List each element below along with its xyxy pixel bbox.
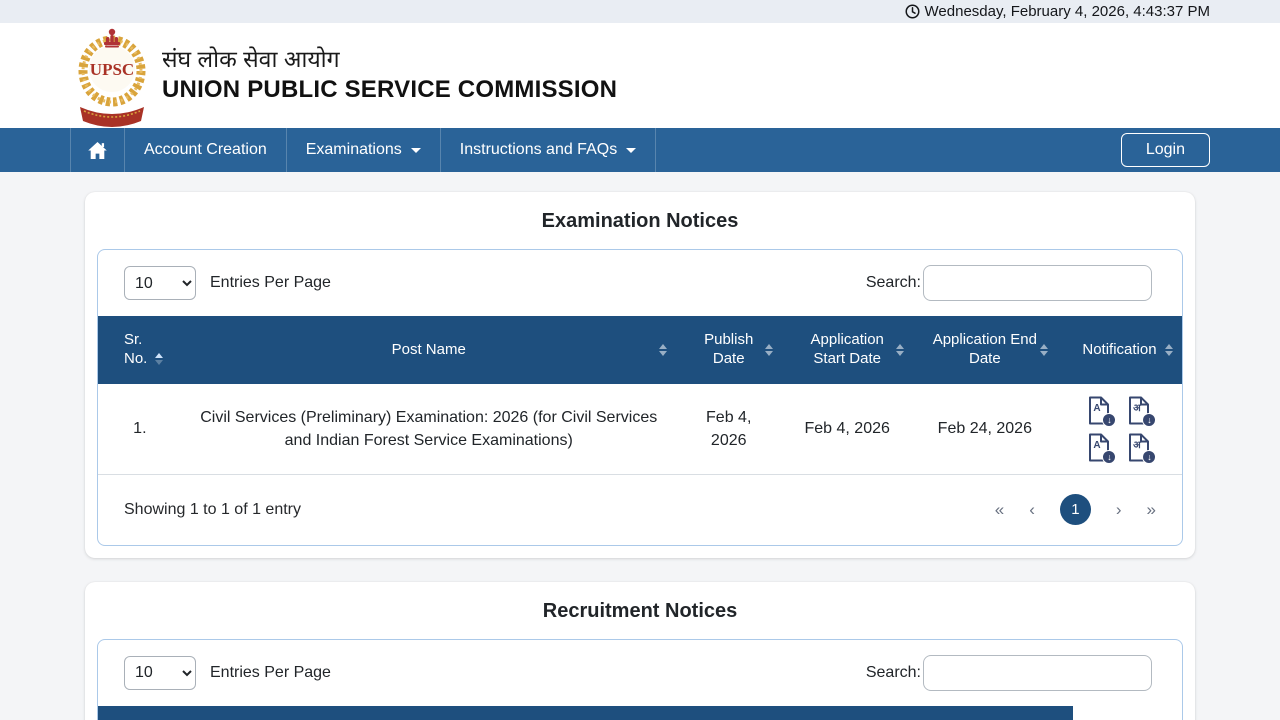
exam-row-application-start-date: Feb 4, 2026 [782,384,913,474]
next-page-button[interactable]: › [1116,500,1122,520]
exam-table-header-row: Sr. No. Post Name Publish Date Applicati… [98,316,1182,384]
chevron-down-icon [411,148,421,153]
site-header: UPSC संघ लोक सेवा आयोग UNION PUBLIC SERV… [0,23,1280,128]
logo-acronym: UPSC [90,60,134,79]
download-badge-icon: ↓ [1102,450,1116,464]
clock-icon [905,4,920,19]
exam-column-header-post-name[interactable]: Post Name [182,316,676,384]
recruitment-notices-table: Sr. No. Post Name Publish Date Applicati… [98,706,1073,720]
recruitment-column-header-post-name[interactable]: Post Name [176,706,302,720]
main-content: Examination Notices 10 Entries Per Page … [70,192,1210,720]
nav-item-account-creation[interactable]: Account Creation [124,128,286,172]
nav-item-instructions-faqs[interactable]: Instructions and FAQs [440,128,656,172]
exam-pagination: « ‹ 1 › » [995,494,1156,525]
sort-arrows-icon [765,344,773,356]
exam-entries-per-page-select[interactable]: 10 [124,266,196,300]
sort-arrows-icon [155,353,163,365]
last-page-button[interactable]: » [1147,500,1156,520]
exam-row-application-end-date: Feb 24, 2026 [913,384,1057,474]
home-icon [88,142,107,159]
current-page-button[interactable]: 1 [1060,494,1091,525]
previous-page-button[interactable]: ‹ [1029,500,1035,520]
exam-search-label: Search: [866,274,921,292]
examination-notices-title: Examination Notices [97,210,1183,233]
lion-capital-icon [104,28,120,47]
recruitment-entries-per-page-label: Entries Per Page [210,664,331,682]
exam-search-input[interactable] [923,265,1152,301]
examination-notices-card: Examination Notices 10 Entries Per Page … [85,192,1195,558]
exam-column-header-application-end-date[interactable]: Application End Date [913,316,1057,384]
exam-table-footer: Showing 1 to 1 of 1 entry « ‹ 1 › » [98,475,1182,545]
nav-item-examinations[interactable]: Examinations [286,128,440,172]
sort-arrows-icon [1040,344,1048,356]
recruitment-notices-panel: 10 Entries Per Page Search: Sr. No. [97,639,1183,720]
examination-notices-panel: 10 Entries Per Page Search: Sr. No. [97,249,1183,546]
recruitment-search-label: Search: [866,664,921,682]
download-badge-icon: ↓ [1142,413,1156,427]
recruitment-table-header-row: Sr. No. Post Name Publish Date Applicati… [98,706,1073,720]
download-badge-icon: ↓ [1102,413,1116,427]
notification-hindi-download-2[interactable]: अ ↓ [1127,433,1151,462]
exam-column-header-publish-date[interactable]: Publish Date [676,316,782,384]
exam-row-publish-date: Feb 4, 2026 [676,384,782,474]
recruitment-notices-card: Recruitment Notices 10 Entries Per Page … [85,582,1195,720]
recruitment-column-header-sr-no[interactable]: Sr. No. [98,706,176,720]
exam-column-header-application-start-date[interactable]: Application Start Date [782,316,913,384]
recruitment-column-header-application-end-date[interactable]: Application End Date [694,706,931,720]
recruitment-column-header-publish-date[interactable]: Publish Date [302,706,460,720]
main-navigation: Account Creation Examinations Instructio… [0,128,1280,172]
sort-arrows-icon [896,344,904,356]
notification-hindi-download-1[interactable]: अ ↓ [1127,396,1151,425]
notification-english-download-1[interactable]: A ↓ [1087,396,1111,425]
recruitment-notices-title: Recruitment Notices [97,600,1183,623]
chevron-down-icon [626,148,636,153]
org-name-english: UNION PUBLIC SERVICE COMMISSION [162,76,617,105]
sort-arrows-icon [659,344,667,356]
exam-row-sr-no: 1. [98,384,182,474]
current-datetime: Wednesday, February 4, 2026, 4:43:37 PM [925,3,1210,20]
exam-row-notifications: A ↓ अ ↓ [1057,384,1182,474]
exam-table-row: 1. Civil Services (Preliminary) Examinat… [98,384,1182,474]
recruitment-search-input[interactable] [923,655,1152,691]
login-button[interactable]: Login [1121,133,1210,167]
nav-home-link[interactable] [70,128,124,172]
exam-entries-per-page-label: Entries Per Page [210,274,331,292]
sort-arrows-icon [1165,344,1173,356]
examination-notices-table: Sr. No. Post Name Publish Date Applicati… [98,316,1182,475]
datetime-bar: Wednesday, February 4, 2026, 4:43:37 PM [0,0,1280,23]
recruitment-entries-per-page-select[interactable]: 10 [124,656,196,690]
upsc-emblem-logo: UPSC [74,25,150,127]
recruitment-column-header-notification[interactable]: Notification [931,706,1073,720]
exam-table-controls: 10 Entries Per Page Search: [98,250,1182,316]
exam-row-post-name: Civil Services (Preliminary) Examination… [182,384,676,474]
exam-showing-entries-text: Showing 1 to 1 of 1 entry [124,501,301,519]
org-name-hindi: संघ लोक सेवा आयोग [162,46,617,74]
recruitment-column-header-application-start-date[interactable]: Application Start Date [460,706,694,720]
first-page-button[interactable]: « [995,500,1004,520]
exam-column-header-notification[interactable]: Notification [1057,316,1182,384]
recruitment-table-controls: 10 Entries Per Page Search: [98,640,1182,706]
notification-english-download-2[interactable]: A ↓ [1087,433,1111,462]
exam-column-header-sr-no[interactable]: Sr. No. [98,316,182,384]
download-badge-icon: ↓ [1142,450,1156,464]
